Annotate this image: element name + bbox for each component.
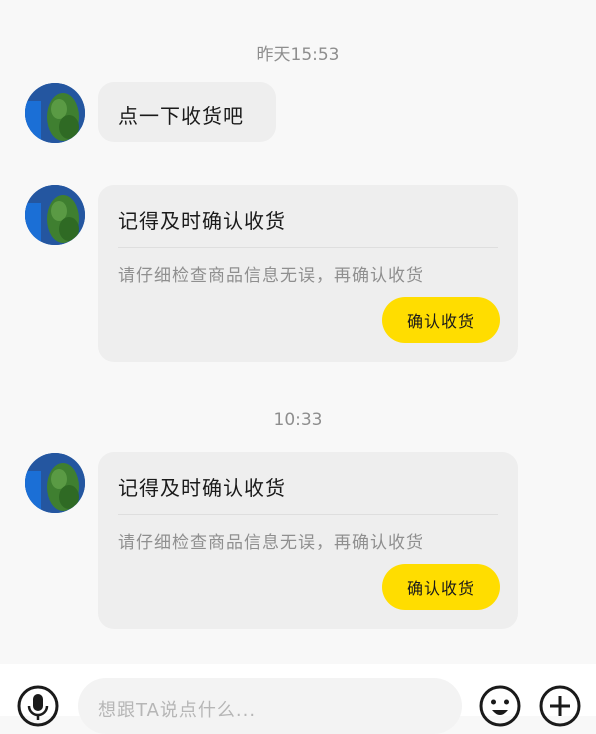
plus-button[interactable] xyxy=(538,684,582,728)
plus-icon xyxy=(539,685,581,727)
microphone-icon xyxy=(17,685,59,727)
avatar[interactable] xyxy=(25,453,85,513)
card-title: 记得及时确认收货 xyxy=(118,476,286,500)
card-title: 记得及时确认收货 xyxy=(118,209,286,233)
timestamp: 昨天15:53 xyxy=(256,45,340,65)
confirm-receipt-button[interactable]: 确认收货 xyxy=(382,564,500,610)
input-bar: 想跟TA说点什么... xyxy=(0,664,596,734)
card-description: 请仔细检查商品信息无误，再确认收货 xyxy=(118,533,424,553)
confirm-receipt-card: 记得及时确认收货 请仔细检查商品信息无误，再确认收货 确认收货 xyxy=(98,452,518,629)
input-placeholder: 想跟TA说点什么... xyxy=(98,700,257,721)
chat-area[interactable]: 昨天15:53 点一下收货吧 记得及时确认收货 请仔细检查商品信息无误，再确认收… xyxy=(0,0,596,664)
message-input[interactable]: 想跟TA说点什么... xyxy=(78,678,462,734)
confirm-receipt-card: 记得及时确认收货 请仔细检查商品信息无误，再确认收货 确认收货 xyxy=(98,185,518,362)
card-divider xyxy=(118,514,498,515)
message-text: 点一下收货吧 xyxy=(118,104,244,128)
avatar[interactable] xyxy=(25,83,85,143)
avatar-image xyxy=(25,185,85,245)
avatar-image xyxy=(25,83,85,143)
emoji-button[interactable] xyxy=(478,684,522,728)
message-bubble[interactable]: 点一下收货吧 xyxy=(98,82,276,142)
avatar-image xyxy=(25,453,85,513)
card-description: 请仔细检查商品信息无误，再确认收货 xyxy=(118,266,424,286)
emoji-icon xyxy=(479,685,521,727)
card-divider xyxy=(118,247,498,248)
timestamp: 10:33 xyxy=(273,410,323,430)
confirm-receipt-button[interactable]: 确认收货 xyxy=(382,297,500,343)
voice-button[interactable] xyxy=(16,684,60,728)
avatar[interactable] xyxy=(25,185,85,245)
